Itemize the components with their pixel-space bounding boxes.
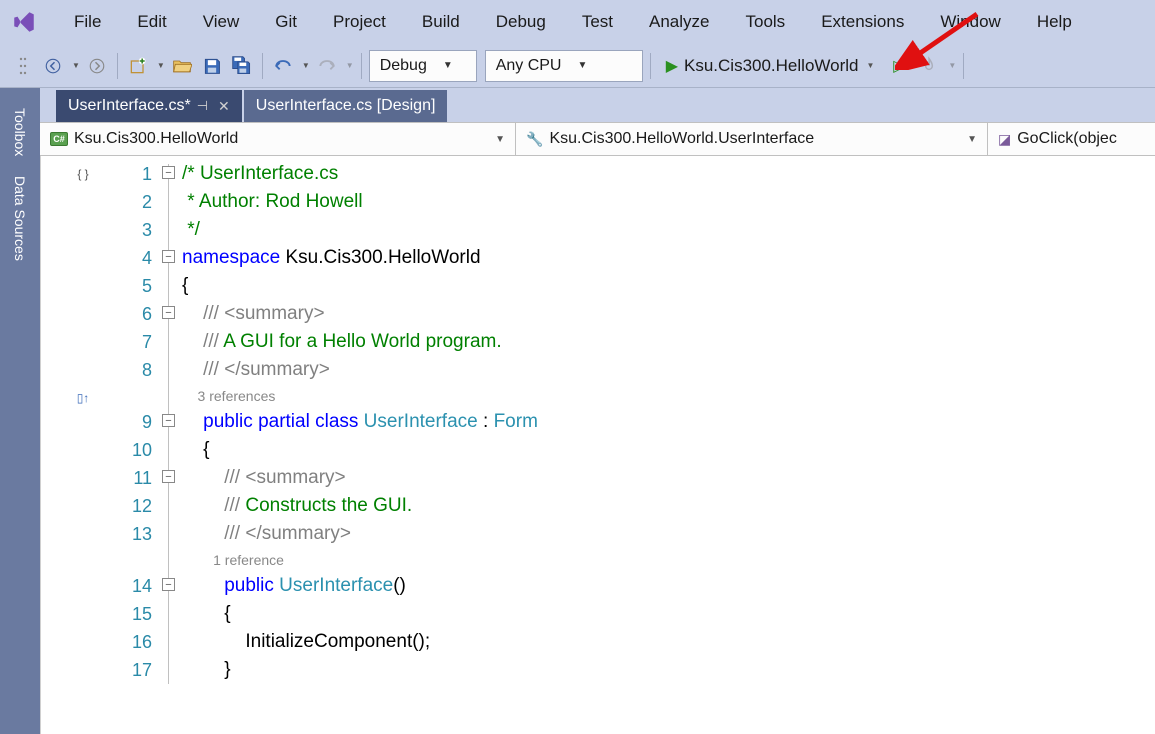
menu-file[interactable]: File [56, 6, 119, 38]
navigation-bar: C# Ksu.Cis300.HelloWorld▼ 🔧 Ksu.Cis300.H… [40, 122, 1155, 156]
new-item-button[interactable] [125, 51, 151, 81]
tab-label: UserInterface.cs [Design] [256, 97, 436, 115]
pin-icon[interactable]: ⊣ [197, 98, 208, 114]
save-all-button[interactable] [229, 51, 255, 81]
solution-config-combo[interactable]: Debug▼ [369, 50, 477, 82]
tab-userinterface-design[interactable]: UserInterface.cs [Design] [244, 90, 448, 122]
line-number-margin: 1234567891011121314151617 [108, 156, 160, 734]
tab-userinterface-cs[interactable]: UserInterface.cs* ⊣ ✕ [56, 90, 242, 122]
implement-indicator-icon[interactable]: ▯↑ [58, 384, 108, 412]
side-tab-toolbox[interactable]: Toolbox [8, 98, 32, 166]
menu-extensions[interactable]: Extensions [803, 6, 922, 38]
fold-toggle[interactable]: − [162, 250, 175, 263]
menu-analyze[interactable]: Analyze [631, 6, 727, 38]
tab-label: UserInterface.cs* [68, 97, 191, 115]
csharp-badge-icon: C# [50, 132, 68, 146]
vs-logo-icon [10, 8, 38, 36]
undo-button[interactable] [270, 51, 296, 81]
nav-back-button[interactable] [40, 51, 66, 81]
hot-reload-button[interactable] [916, 51, 942, 81]
menu-tools[interactable]: Tools [728, 6, 804, 38]
start-debug-button[interactable]: ▶Ksu.Cis300.HelloWorld▼ [658, 50, 883, 82]
menu-bar: FileEditViewGitProjectBuildDebugTestAnal… [0, 0, 1155, 44]
solution-platform-combo[interactable]: Any CPU▼ [485, 50, 643, 82]
menu-test[interactable]: Test [564, 6, 631, 38]
toolbar: ▼ ▼ ▼ ▼ Debug▼ Any CPU▼ ▶Ksu.Cis300.Hell… [0, 44, 1155, 88]
outlining-margin: − − − − − − [160, 156, 182, 734]
redo-button[interactable] [314, 51, 340, 81]
undo-dropdown-icon[interactable]: ▼ [302, 61, 310, 70]
fold-toggle[interactable]: − [162, 578, 175, 591]
drag-handle-icon[interactable] [10, 51, 36, 81]
nav-scope-combo[interactable]: C# Ksu.Cis300.HelloWorld▼ [40, 123, 516, 155]
document-map[interactable] [40, 156, 58, 734]
play-icon: ▶ [666, 56, 678, 76]
close-icon[interactable]: ✕ [218, 98, 230, 115]
codelens-reference[interactable]: 1 reference [182, 548, 1155, 572]
fold-toggle[interactable]: − [162, 470, 175, 483]
nav-class-combo[interactable]: 🔧 Ksu.Cis300.HelloWorld.UserInterface▼ [516, 123, 988, 155]
nav-back-dropdown-icon[interactable]: ▼ [72, 61, 80, 70]
new-item-dropdown-icon[interactable]: ▼ [157, 61, 165, 70]
code-text[interactable]: /* UserInterface.cs * Author: Rod Howell… [182, 156, 1155, 734]
fold-toggle[interactable]: − [162, 166, 175, 179]
nav-member-combo[interactable]: ◪ GoClick(objec [988, 123, 1155, 155]
menu-project[interactable]: Project [315, 6, 404, 38]
play-outline-icon: ▷ [893, 56, 905, 76]
document-tab-strip: UserInterface.cs* ⊣ ✕ UserInterface.cs [… [40, 88, 1155, 122]
redo-dropdown-icon[interactable]: ▼ [346, 61, 354, 70]
side-tab-data-sources[interactable]: Data Sources [8, 166, 32, 271]
method-cube-icon: ◪ [998, 131, 1011, 148]
save-button[interactable] [199, 51, 225, 81]
side-tab-well: Toolbox Data Sources [0, 88, 40, 734]
menu-git[interactable]: Git [257, 6, 315, 38]
indicator-margin: { } ▯↑ [58, 156, 108, 734]
wrench-icon: 🔧 [526, 131, 543, 148]
menu-edit[interactable]: Edit [119, 6, 184, 38]
nav-forward-button[interactable] [84, 51, 110, 81]
start-without-debug-button[interactable]: ▷ [886, 51, 912, 81]
menu-view[interactable]: View [185, 6, 258, 38]
fold-toggle[interactable]: − [162, 306, 175, 319]
menu-build[interactable]: Build [404, 6, 478, 38]
code-editor[interactable]: { } ▯↑ 1234567891011121314151617 − − − − −− … [40, 156, 1155, 734]
menu-debug[interactable]: Debug [478, 6, 564, 38]
codelens-reference[interactable]: 3 references [182, 384, 1155, 408]
menu-help[interactable]: Help [1019, 6, 1090, 38]
brace-indicator-icon: { } [58, 160, 108, 188]
open-button[interactable] [169, 51, 195, 81]
menu-window[interactable]: Window [922, 6, 1018, 38]
fold-toggle[interactable]: − [162, 414, 175, 427]
hot-reload-dropdown-icon[interactable]: ▼ [948, 61, 956, 70]
